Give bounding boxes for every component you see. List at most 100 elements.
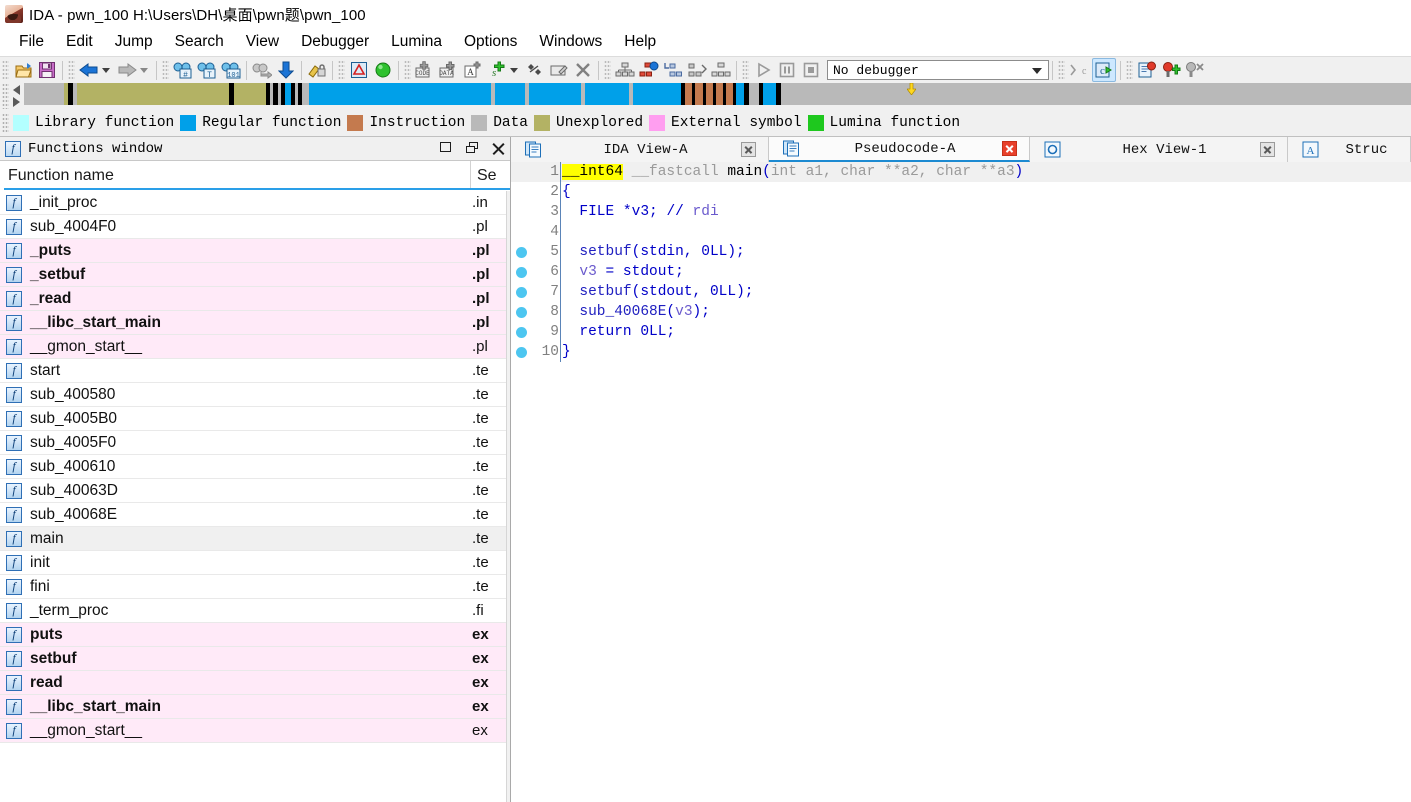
table-row[interactable]: f sub_400610 .te <box>0 455 510 479</box>
toolbar-grip[interactable] <box>2 60 9 80</box>
breakpoint-marker-icon[interactable] <box>511 322 533 342</box>
table-row[interactable]: f __gmon_start__ .pl <box>0 335 510 359</box>
toolbar-grip-5[interactable] <box>404 60 411 80</box>
breakpoint-marker-icon[interactable] <box>511 242 533 262</box>
breakpoint-marker-icon[interactable] <box>511 162 533 182</box>
breakpoint-marker-icon[interactable] <box>511 282 533 302</box>
breakpoint-marker-icon[interactable] <box>511 182 533 202</box>
column-header-function-name[interactable]: Function name <box>0 167 470 185</box>
graph-user-xrefs-icon[interactable] <box>686 59 708 81</box>
warning-icon[interactable] <box>348 59 370 81</box>
table-row[interactable]: f sub_400580 .te <box>0 383 510 407</box>
menu-item-options[interactable]: Options <box>453 30 528 54</box>
restore-icon[interactable] <box>440 141 454 156</box>
table-row[interactable]: f _init_proc .in <box>0 191 510 215</box>
code-line[interactable]: 2{ <box>511 182 1411 202</box>
breakpoint-list-icon[interactable] <box>1136 59 1158 81</box>
code-line[interactable]: 6 v3 = stdout; <box>511 262 1411 282</box>
jump-icon[interactable] <box>251 59 273 81</box>
run-icon[interactable] <box>752 59 774 81</box>
search-text-icon[interactable]: T <box>196 59 218 81</box>
green-circle-icon[interactable] <box>372 59 394 81</box>
save-icon[interactable] <box>36 59 58 81</box>
float-icon[interactable] <box>466 141 480 156</box>
functions-list[interactable]: f _init_proc .in f sub_4004F0 .pl f _puts .pl f _s… <box>0 191 510 802</box>
debugger-selector[interactable]: No debugger <box>827 60 1049 80</box>
table-row[interactable]: f setbuf ex <box>0 647 510 671</box>
search-binary-icon[interactable]: 101 <box>220 59 242 81</box>
menu-item-debugger[interactable]: Debugger <box>290 30 380 54</box>
navigation-overview-bar[interactable] <box>23 83 1411 105</box>
scroll-right-icon[interactable] <box>13 97 20 107</box>
table-row[interactable]: f sub_4005B0 .te <box>0 407 510 431</box>
make-code-icon[interactable]: CODE <box>414 59 436 81</box>
make-struct-icon[interactable]: s <box>486 59 508 81</box>
menu-item-jump[interactable]: Jump <box>104 30 164 54</box>
table-row[interactable]: f _puts .pl <box>0 239 510 263</box>
graph-call-icon[interactable] <box>710 59 732 81</box>
make-ascii-icon[interactable]: A <box>462 59 484 81</box>
table-row[interactable]: f __gmon_start__ ex <box>0 719 510 743</box>
menu-item-windows[interactable]: Windows <box>528 30 613 54</box>
table-row[interactable]: f puts ex <box>0 623 510 647</box>
menu-item-lumina[interactable]: Lumina <box>380 30 453 54</box>
code-line[interactable]: 5 setbuf(stdin, 0LL); <box>511 242 1411 262</box>
breakpoint-marker-icon[interactable] <box>511 222 533 242</box>
table-row[interactable]: f sub_4004F0 .pl <box>0 215 510 239</box>
code-line[interactable]: 10} <box>511 342 1411 362</box>
table-row[interactable]: f start .te <box>0 359 510 383</box>
edit-function-icon[interactable] <box>548 59 570 81</box>
table-row[interactable]: f sub_4005F0 .te <box>0 431 510 455</box>
tab-pseudocode-a[interactable]: Pseudocode-A <box>769 137 1030 162</box>
navband-scroll-buttons[interactable] <box>10 82 24 108</box>
jump-down-icon[interactable] <box>275 59 297 81</box>
pause-icon[interactable] <box>776 59 798 81</box>
table-row[interactable]: f _read .pl <box>0 287 510 311</box>
table-row[interactable]: f sub_40068E .te <box>0 503 510 527</box>
decompile-off-icon[interactable]: c <box>1068 59 1090 81</box>
toolbar-grip-6[interactable] <box>604 60 611 80</box>
forward-dropdown-icon[interactable] <box>140 67 148 73</box>
tab-hex-view-1[interactable]: Hex View-1 <box>1030 137 1288 162</box>
table-row[interactable]: f __libc_start_main .pl <box>0 311 510 335</box>
toolbar-grip-7[interactable] <box>742 60 749 80</box>
menu-item-file[interactable]: File <box>8 30 55 54</box>
code-line[interactable]: 9 return 0LL; <box>511 322 1411 342</box>
table-row[interactable]: f sub_40063D .te <box>0 479 510 503</box>
legend-grip[interactable] <box>2 113 9 133</box>
undefine-icon[interactable] <box>524 59 546 81</box>
menu-item-edit[interactable]: Edit <box>55 30 104 54</box>
toolbar-grip-4[interactable] <box>338 60 345 80</box>
make-struct-dropdown-icon[interactable] <box>510 67 518 73</box>
close-icon[interactable] <box>492 142 506 156</box>
table-row[interactable]: f main .te <box>0 527 510 551</box>
graph-flowchart-icon[interactable] <box>614 59 636 81</box>
tab-close-icon[interactable] <box>1002 141 1017 156</box>
code-line[interactable]: 3 FILE *v3; // rdi <box>511 202 1411 222</box>
breakpoint-marker-icon[interactable] <box>511 202 533 222</box>
navband-grip[interactable] <box>2 83 9 109</box>
make-data-icon[interactable]: DATA <box>438 59 460 81</box>
toolbar-grip-8[interactable] <box>1058 60 1065 80</box>
menu-item-view[interactable]: View <box>235 30 290 54</box>
breakpoint-marker-icon[interactable] <box>511 342 533 362</box>
back-icon[interactable] <box>78 59 100 81</box>
breakpoint-marker-icon[interactable] <box>511 302 533 322</box>
code-line[interactable]: 8 sub_40068E(v3); <box>511 302 1411 322</box>
open-icon[interactable] <box>12 59 34 81</box>
lock-highlight-icon[interactable] <box>306 59 328 81</box>
delete-breakpoint-icon[interactable] <box>1184 59 1206 81</box>
table-row[interactable]: f _term_proc .fi <box>0 599 510 623</box>
table-row[interactable]: f _setbuf .pl <box>0 263 510 287</box>
breakpoint-marker-icon[interactable] <box>511 262 533 282</box>
delete-function-icon[interactable] <box>572 59 594 81</box>
pseudocode-pane[interactable]: 1 __int64 __fastcall main(int a1, char **… <box>511 162 1411 802</box>
graph-xrefs-to-icon[interactable] <box>662 59 684 81</box>
back-dropdown-icon[interactable] <box>102 67 110 73</box>
table-row[interactable]: f init .te <box>0 551 510 575</box>
toolbar-grip-3[interactable] <box>162 60 169 80</box>
code-line[interactable]: 4 <box>511 222 1411 242</box>
decompile-on-icon[interactable]: c <box>1092 58 1116 82</box>
table-row[interactable]: f read ex <box>0 671 510 695</box>
code-line[interactable]: 7 setbuf(stdout, 0LL); <box>511 282 1411 302</box>
